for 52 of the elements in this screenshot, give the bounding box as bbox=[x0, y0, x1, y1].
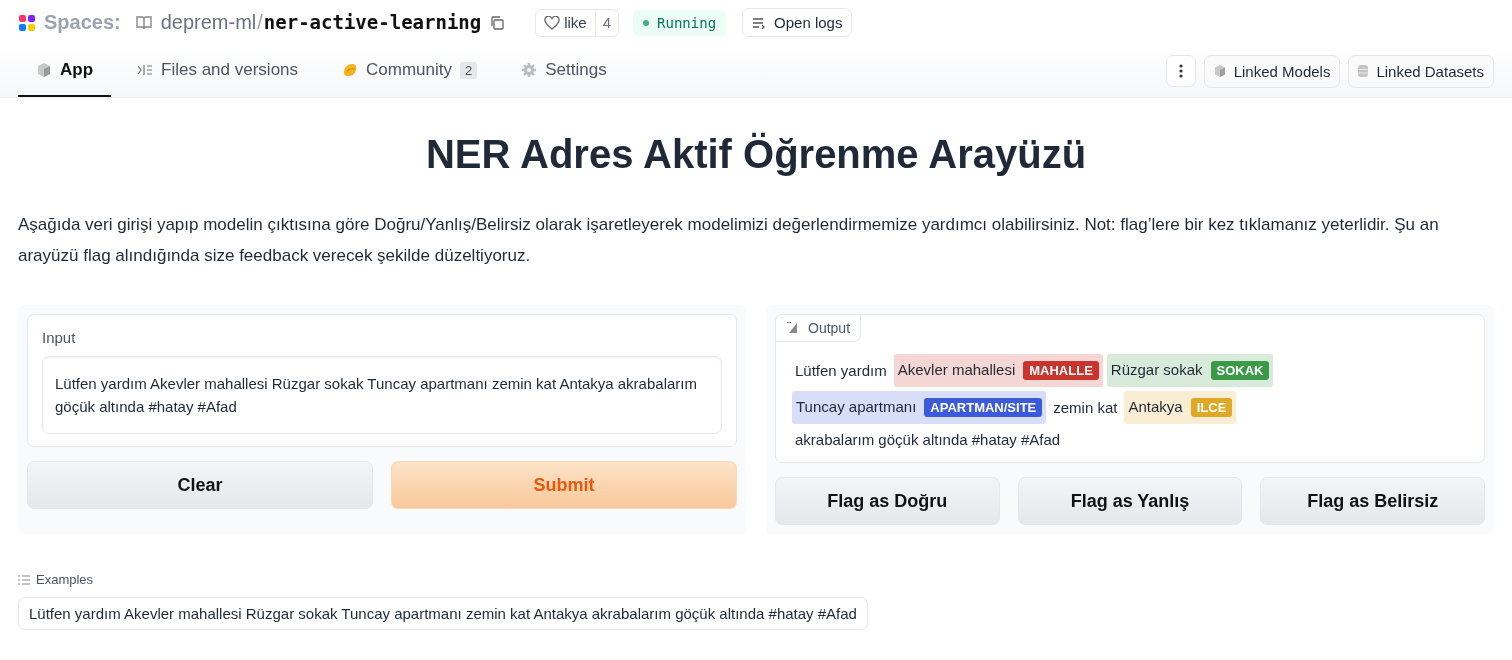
output-text: zemin kat bbox=[1053, 397, 1118, 418]
linked-button[interactable]: Linked Datasets bbox=[1348, 54, 1494, 88]
example-button[interactable]: Lütfen yardım Akevler mahallesi Rüzgar sokak Tuncay apartmanı zemin kat Antakya akrabalarım göçük altında #hatay #Afad bbox=[18, 597, 868, 630]
entity-text: Tuncay apartmanı bbox=[796, 398, 917, 415]
heart-icon bbox=[544, 15, 561, 30]
flag-button[interactable]: Flag as Belirsiz bbox=[1260, 477, 1485, 525]
flag-button[interactable]: Flag as Doğru bbox=[775, 477, 1000, 525]
count-badge: 2 bbox=[460, 61, 478, 79]
like-count: 4 bbox=[594, 9, 619, 36]
entity-text: Antakya bbox=[1128, 398, 1183, 415]
description: Aşağıda veri girişi yapıp modelin çıktısına göre Doğru/Yanlış/Belirsiz olarak işaretleyerek modelimizi değerlendirmemize yardımcı olabilirsiniz. Not: flag’lere bir kez tıklamanız yeterlidir. Şu an arayüzü flag alındığında size feedback verecek şekilde düzeltiyoruz. bbox=[18, 214, 1440, 267]
repo-name[interactable]: ner-active-learning bbox=[263, 11, 482, 33]
status-dot-icon bbox=[643, 19, 650, 26]
cube-icon bbox=[1213, 65, 1226, 77]
like-label: like bbox=[564, 14, 587, 31]
output-text: Lütfen yardım bbox=[795, 360, 887, 381]
input-field[interactable]: Lütfen yardım Akevler mahallesi Rüzgar sokak Tuncay apartmanı zemin kat Antakya akrabalarım göçük altında #hatay #Afad bbox=[42, 356, 722, 434]
logo-icon bbox=[18, 13, 36, 32]
database-icon bbox=[1358, 65, 1369, 77]
field-label: Input bbox=[42, 329, 77, 346]
spaces-label: Spaces: bbox=[44, 11, 121, 34]
examples-label-text: Examples bbox=[36, 572, 94, 587]
logs-icon bbox=[752, 16, 767, 29]
status-label: Running bbox=[657, 14, 717, 31]
clear-button[interactable]: Clear bbox=[27, 461, 373, 509]
entity-label: ILCE bbox=[1190, 398, 1233, 417]
linked-button[interactable]: Linked Models bbox=[1203, 54, 1341, 88]
entity-label: MAHALLE bbox=[1023, 361, 1099, 380]
book-icon bbox=[134, 14, 153, 31]
copy-icon bbox=[489, 14, 506, 31]
flag-button[interactable]: Flag as Yanlış bbox=[1017, 477, 1243, 525]
more-button[interactable] bbox=[1165, 55, 1196, 87]
more-icon bbox=[1178, 64, 1183, 78]
output-label-text: Output bbox=[808, 320, 851, 336]
entity-text: Akevler mahallesi bbox=[897, 361, 1016, 378]
owner-link[interactable]: deprem-ml bbox=[160, 11, 257, 34]
gear-icon bbox=[521, 62, 538, 78]
entity-label: APARTMAN/SITE bbox=[924, 398, 1043, 417]
entity-label: SOKAK bbox=[1210, 361, 1270, 380]
page-title: NER Adres Aktif Öğrenme Arayüzü bbox=[424, 132, 1088, 177]
like-button[interactable]: like 4 bbox=[535, 8, 620, 37]
files-icon bbox=[137, 62, 154, 78]
open-logs-button[interactable]: Open logs bbox=[742, 8, 853, 37]
tab[interactable]: Settings bbox=[503, 45, 625, 97]
path-separator: / bbox=[257, 11, 263, 34]
tab[interactable]: Files and versions bbox=[119, 45, 317, 97]
entity-text: Rüzgar sokak bbox=[1110, 361, 1203, 378]
output-text: akrabalarım göçük altında #hatay #Afad bbox=[795, 430, 1061, 450]
tab[interactable]: Community 2 bbox=[324, 45, 496, 97]
cube-icon bbox=[36, 62, 52, 78]
tab[interactable]: App bbox=[18, 45, 112, 97]
list-icon bbox=[18, 574, 30, 585]
